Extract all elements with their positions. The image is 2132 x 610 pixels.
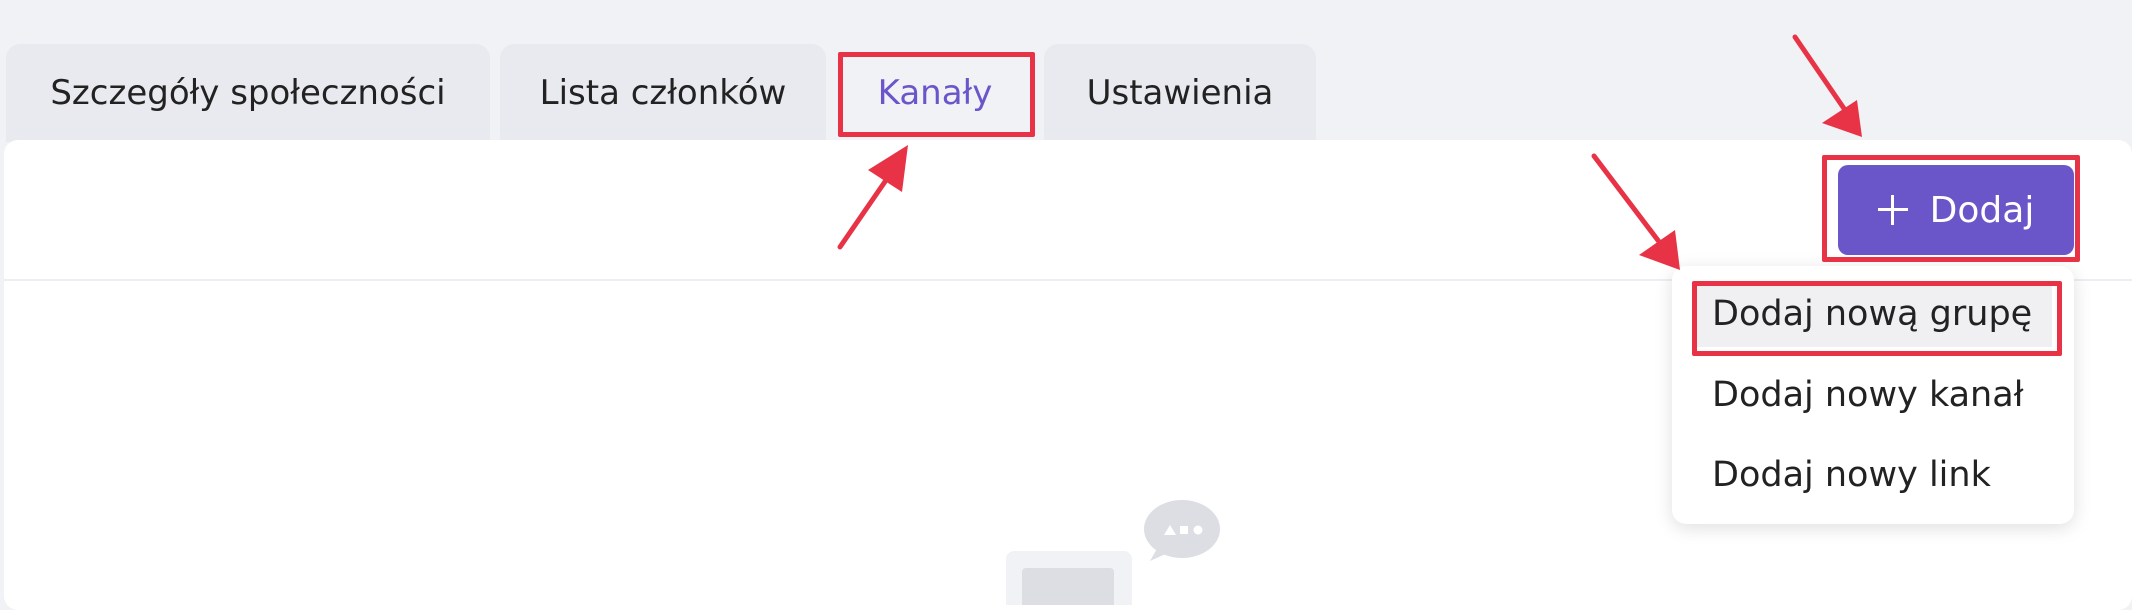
arrow-icon: [1591, 153, 1680, 270]
arrow-icon: [1792, 34, 1862, 137]
arrow-icon: [837, 145, 908, 250]
annotation-arrows: [837, 34, 1862, 270]
